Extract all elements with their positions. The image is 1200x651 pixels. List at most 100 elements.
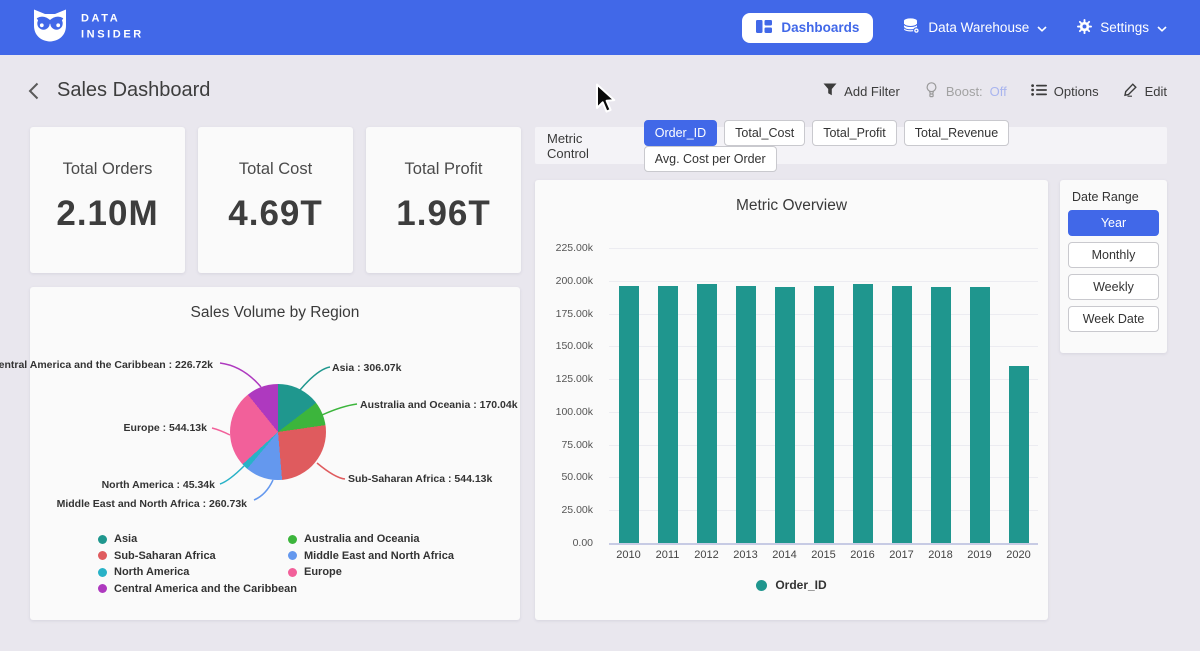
date-range-buttons: Year Monthly Weekly Week Date bbox=[1060, 210, 1167, 332]
legend-label: Order_ID bbox=[775, 578, 826, 592]
pie-legend-column-1: Asia Sub-Saharan Africa North America Centr… bbox=[98, 533, 297, 599]
metric-overview-card: Metric Overview 225.00k200.00k175.00k150… bbox=[535, 180, 1048, 620]
y-tick-label: 125.00k bbox=[535, 373, 593, 385]
pie-callout-line-australia-and-oceania bbox=[322, 404, 357, 415]
legend-dot bbox=[288, 551, 297, 560]
y-tick-label: 0.00 bbox=[535, 537, 593, 549]
pie-legend-item-australia-and-oceania[interactable]: Australia and Oceania bbox=[288, 533, 454, 545]
metric-option-avg-cost-per-order[interactable]: Avg. Cost per Order bbox=[644, 146, 777, 172]
bar-slot-2018 bbox=[921, 248, 960, 543]
pie-slice-label-europe: Europe : 544.13k bbox=[124, 422, 207, 434]
legend-label: Australia and Oceania bbox=[304, 533, 420, 545]
bar-2019[interactable] bbox=[970, 287, 990, 543]
pie-legend-item-central-america-and-the-caribbean[interactable]: Central America and the Caribbean bbox=[98, 583, 297, 595]
back-button[interactable] bbox=[28, 82, 39, 105]
bar-2011[interactable] bbox=[658, 286, 678, 543]
x-tick-label: 2020 bbox=[999, 549, 1038, 561]
settings-menu[interactable]: Settings bbox=[1077, 19, 1167, 37]
bar-2020[interactable] bbox=[1009, 366, 1029, 543]
metric-option-total-profit[interactable]: Total_Profit bbox=[812, 120, 897, 146]
date-range-option-week-date[interactable]: Week Date bbox=[1068, 306, 1159, 332]
bar-legend[interactable]: Order_ID bbox=[535, 578, 1048, 592]
x-tick-label: 2015 bbox=[804, 549, 843, 561]
bar-2010[interactable] bbox=[619, 286, 639, 543]
x-tick-label: 2018 bbox=[921, 549, 960, 561]
pie-chart[interactable] bbox=[230, 384, 326, 480]
boost-state: Off bbox=[990, 84, 1007, 99]
date-range-option-year[interactable]: Year bbox=[1068, 210, 1159, 236]
settings-label: Settings bbox=[1100, 20, 1149, 35]
bar-slot-2014 bbox=[765, 248, 804, 543]
options-button[interactable]: Options bbox=[1031, 84, 1099, 99]
y-tick-label: 150.00k bbox=[535, 340, 593, 352]
metric-option-total-revenue[interactable]: Total_Revenue bbox=[904, 120, 1009, 146]
bar-x-axis-labels: 2010201120122013201420152016201720182019… bbox=[609, 549, 1038, 561]
page-title: Sales Dashboard bbox=[57, 79, 210, 102]
database-icon bbox=[903, 18, 920, 37]
bar-2014[interactable] bbox=[775, 287, 795, 543]
edit-label: Edit bbox=[1145, 84, 1167, 99]
top-nav-bar: DATA INSIDER Dashboards bbox=[0, 0, 1200, 55]
pie-legend-item-europe[interactable]: Europe bbox=[288, 566, 454, 578]
nav-right-cluster: Dashboards Data Warehouse bbox=[742, 0, 1167, 55]
bar-2016[interactable] bbox=[853, 284, 873, 543]
legend-dot bbox=[288, 568, 297, 577]
pie-callout-line-north-america bbox=[220, 466, 244, 484]
pie-legend-item-sub-saharan-africa[interactable]: Sub-Saharan Africa bbox=[98, 550, 297, 562]
legend-dot bbox=[98, 568, 107, 577]
x-tick-label: 2012 bbox=[687, 549, 726, 561]
boost-toggle[interactable]: Boost: Off bbox=[924, 82, 1007, 101]
pie-callout-line-central-america-and-the-caribbean bbox=[220, 363, 261, 387]
pie-legend-item-north-america[interactable]: North America bbox=[98, 566, 297, 578]
x-tick-label: 2017 bbox=[882, 549, 921, 561]
bar-2017[interactable] bbox=[892, 286, 912, 544]
edit-button[interactable]: Edit bbox=[1123, 82, 1167, 100]
bar-2012[interactable] bbox=[697, 284, 717, 543]
metric-option-order-id[interactable]: Order_ID bbox=[644, 120, 717, 146]
y-tick-label: 175.00k bbox=[535, 308, 593, 320]
sales-volume-card: Sales Volume by Region Asia : 306.07kAus… bbox=[30, 287, 520, 620]
date-range-label: Date Range bbox=[1060, 180, 1167, 204]
legend-label: Europe bbox=[304, 566, 342, 578]
pie-slice-label-middle-east-and-north-africa: Middle East and North Africa : 260.73k bbox=[57, 498, 247, 510]
brand-line1: DATA bbox=[81, 12, 144, 28]
x-tick-label: 2010 bbox=[609, 549, 648, 561]
legend-label: Asia bbox=[114, 533, 137, 545]
legend-dot bbox=[288, 535, 297, 544]
legend-dot bbox=[756, 580, 767, 591]
brand-text: DATA INSIDER bbox=[81, 12, 144, 44]
pie-legend-item-asia[interactable]: Asia bbox=[98, 533, 297, 545]
date-range-option-weekly[interactable]: Weekly bbox=[1068, 274, 1159, 300]
filter-funnel-icon bbox=[823, 83, 837, 99]
dashboards-button[interactable]: Dashboards bbox=[742, 13, 873, 43]
date-range-option-monthly[interactable]: Monthly bbox=[1068, 242, 1159, 268]
metric-option-total-cost[interactable]: Total_Cost bbox=[724, 120, 805, 146]
y-tick-label: 225.00k bbox=[535, 242, 593, 254]
brand-logo[interactable]: DATA INSIDER bbox=[30, 8, 144, 47]
add-filter-button[interactable]: Add Filter bbox=[823, 83, 900, 99]
data-warehouse-label: Data Warehouse bbox=[928, 20, 1029, 35]
data-warehouse-menu[interactable]: Data Warehouse bbox=[903, 18, 1047, 37]
bar-2015[interactable] bbox=[814, 286, 834, 543]
kpi-card-total-cost: Total Cost 4.69T bbox=[198, 127, 353, 273]
date-range-card: Date Range Year Monthly Weekly Week Date bbox=[1060, 180, 1167, 353]
bar-2018[interactable] bbox=[931, 287, 951, 543]
bar-y-axis-labels: 225.00k200.00k175.00k150.00k125.00k100.0… bbox=[535, 248, 593, 543]
legend-label: Sub-Saharan Africa bbox=[114, 550, 216, 562]
legend-label: North America bbox=[114, 566, 189, 578]
bar-slot-2020 bbox=[999, 248, 1038, 543]
owl-logo-icon bbox=[30, 8, 70, 47]
header-actions: Add Filter Boost: Off Options bbox=[823, 79, 1167, 103]
bar-slot-2017 bbox=[882, 248, 921, 543]
gear-icon bbox=[1077, 19, 1092, 37]
bar-slot-2015 bbox=[804, 248, 843, 543]
kpi-card-total-profit: Total Profit 1.96T bbox=[366, 127, 521, 273]
pie-slice-label-north-america: North America : 45.34k bbox=[102, 479, 215, 491]
bar-slot-2013 bbox=[726, 248, 765, 543]
x-tick-label: 2016 bbox=[843, 549, 882, 561]
kpi-label: Total Orders bbox=[30, 160, 185, 179]
bar-2013[interactable] bbox=[736, 286, 756, 543]
pie-legend-item-middle-east-and-north-africa[interactable]: Middle East and North Africa bbox=[288, 550, 454, 562]
kpi-label: Total Profit bbox=[366, 160, 521, 179]
pie-callout-line-middle-east-and-north-africa bbox=[254, 480, 273, 500]
